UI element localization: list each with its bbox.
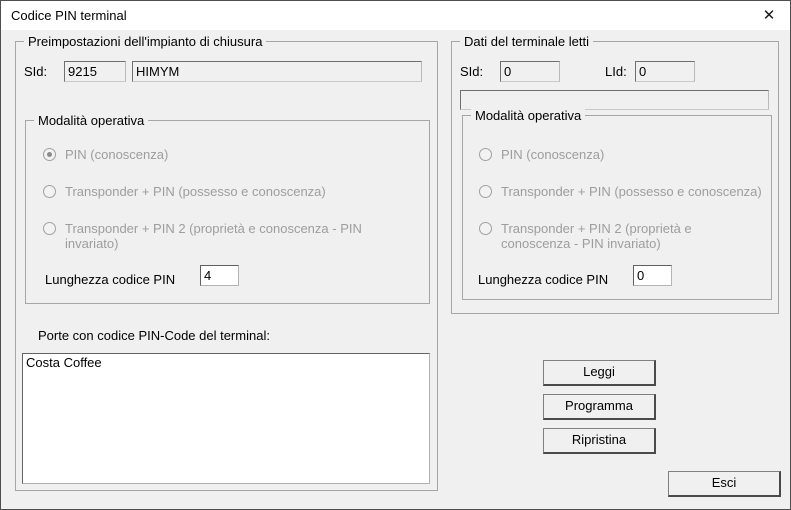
left-radio-transponder-pin2-label: Transponder + PIN 2 (proprietà e conosce… [65,221,380,251]
pin-terminal-dialog: Codice PIN terminal ✕ Preimpostazioni de… [0,0,791,510]
group-left-operating-mode-title: Modalità operativa [34,113,148,128]
right-radio-row-pin: PIN (conoscenza) [479,147,759,162]
left-radio-transponder-pin-icon [43,185,56,198]
right-radio-transponder-pin2-label: Transponder + PIN 2 (proprietà e conosce… [501,221,759,251]
left-radio-row-transponder-pin: Transponder + PIN (possesso e conoscenza… [43,184,403,199]
group-terminal-data-read: Dati del terminale letti SId: 0 LId: 0 M… [451,41,779,314]
left-radio-transponder-pin2-icon [43,222,56,235]
group-lock-system-presets-title: Preimpostazioni dell'impianto di chiusur… [24,34,266,49]
window-title: Codice PIN terminal [11,1,127,30]
right-pin-length-input[interactable]: 0 [633,265,672,286]
right-extra-field [460,90,769,110]
right-radio-row-transponder-pin: Transponder + PIN (possesso e conoscenza… [479,184,764,199]
right-sid-field: 0 [500,61,560,82]
right-radio-row-transponder-pin2: Transponder + PIN 2 (proprietà e conosce… [479,221,764,251]
exit-button[interactable]: Esci [668,471,781,497]
group-terminal-data-read-title: Dati del terminale letti [460,34,593,49]
right-radio-transponder-pin-label: Transponder + PIN (possesso e conoscenza… [501,184,762,199]
group-lock-system-presets: Preimpostazioni dell'impianto di chiusur… [15,41,438,491]
left-pin-length-label: Lunghezza codice PIN [45,272,175,287]
left-sid-label: SId: [24,64,47,79]
group-left-operating-mode: Modalità operativa PIN (conoscenza) Tran… [25,120,430,304]
left-radio-pin-icon [43,148,56,161]
right-lid-label: LId: [605,64,627,79]
program-button[interactable]: Programma [543,394,656,420]
group-right-operating-mode: Modalità operativa PIN (conoscenza) Tran… [462,115,772,300]
left-radio-pin-label: PIN (conoscenza) [65,147,168,162]
left-name-field: HIMYM [132,61,422,82]
left-radio-row-pin: PIN (conoscenza) [43,147,403,162]
right-radio-transponder-pin2-icon [479,222,492,235]
list-item[interactable]: Costa Coffee [23,354,429,371]
left-radio-transponder-pin-label: Transponder + PIN (possesso e conoscenza… [65,184,326,199]
right-pin-length-label: Lunghezza codice PIN [478,272,608,287]
left-sid-field: 9215 [64,61,126,82]
restore-button[interactable]: Ripristina [543,428,656,454]
right-radio-pin-label: PIN (conoscenza) [501,147,604,162]
close-icon[interactable]: ✕ [754,1,784,30]
left-pin-length-input[interactable]: 4 [200,265,239,286]
right-sid-label: SId: [460,64,483,79]
group-right-operating-mode-title: Modalità operativa [471,108,585,123]
right-radio-pin-icon [479,148,492,161]
titlebar: Codice PIN terminal ✕ [1,1,790,30]
doors-list-label: Porte con codice PIN-Code del terminal: [38,328,270,343]
left-radio-row-transponder-pin2: Transponder + PIN 2 (proprietà e conosce… [43,221,388,251]
right-lid-field: 0 [635,61,695,82]
doors-listbox[interactable]: Costa Coffee [22,353,430,484]
read-button[interactable]: Leggi [543,360,656,386]
right-radio-transponder-pin-icon [479,185,492,198]
